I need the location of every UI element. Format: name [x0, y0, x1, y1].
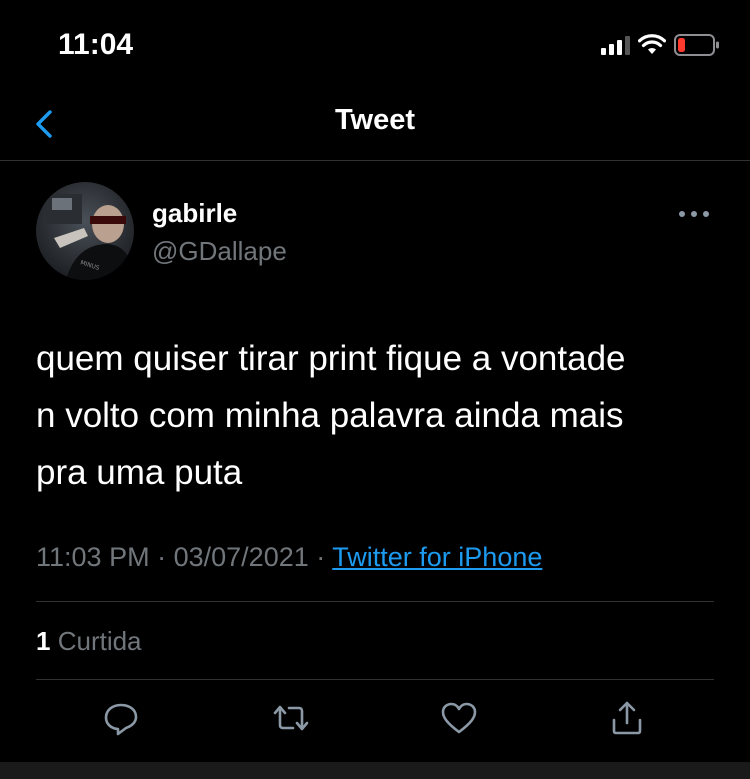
- status-icons: [601, 32, 720, 58]
- meta-separator: ·: [157, 542, 167, 572]
- tweet-meta: 11:03 PM · 03/07/2021 · Twitter for iPho…: [36, 542, 542, 573]
- like-count-number: 1: [36, 626, 51, 656]
- share-icon[interactable]: [607, 698, 647, 738]
- avatar[interactable]: MINUS: [36, 182, 134, 280]
- tweet-text: quem quiser tirar print fique a vontade …: [36, 339, 626, 492]
- action-bar: [0, 698, 750, 748]
- meta-separator-2: ·: [316, 542, 326, 572]
- more-options-icon[interactable]: [676, 204, 712, 224]
- tweet-source-link[interactable]: Twitter for iPhone: [332, 542, 542, 572]
- tweet-time: 11:03 PM: [36, 542, 150, 572]
- page-title: Tweet: [334, 104, 416, 136]
- tweet-header: MINUS gabirle @GDallape: [36, 182, 726, 282]
- like-count-label: Curtida: [57, 626, 142, 656]
- tweet-date: 03/07/2021: [173, 542, 309, 572]
- wifi-icon: [638, 34, 666, 54]
- likes-count[interactable]: 1 Curtida: [36, 626, 142, 657]
- status-time: 11:04: [58, 28, 134, 61]
- reply-icon[interactable]: [101, 698, 141, 738]
- retweet-icon[interactable]: [271, 698, 311, 738]
- display-name[interactable]: gabirle: [152, 198, 237, 229]
- battery-low-icon: [674, 34, 719, 56]
- bottom-strip: [0, 762, 750, 779]
- cellular-signal-icon: [601, 35, 630, 55]
- status-bar: 11:04: [0, 0, 750, 90]
- user-handle[interactable]: @GDallape: [152, 236, 287, 267]
- divider: [36, 679, 714, 680]
- nav-bar: Tweet: [0, 90, 750, 161]
- like-icon[interactable]: [439, 698, 479, 738]
- divider: [36, 601, 714, 602]
